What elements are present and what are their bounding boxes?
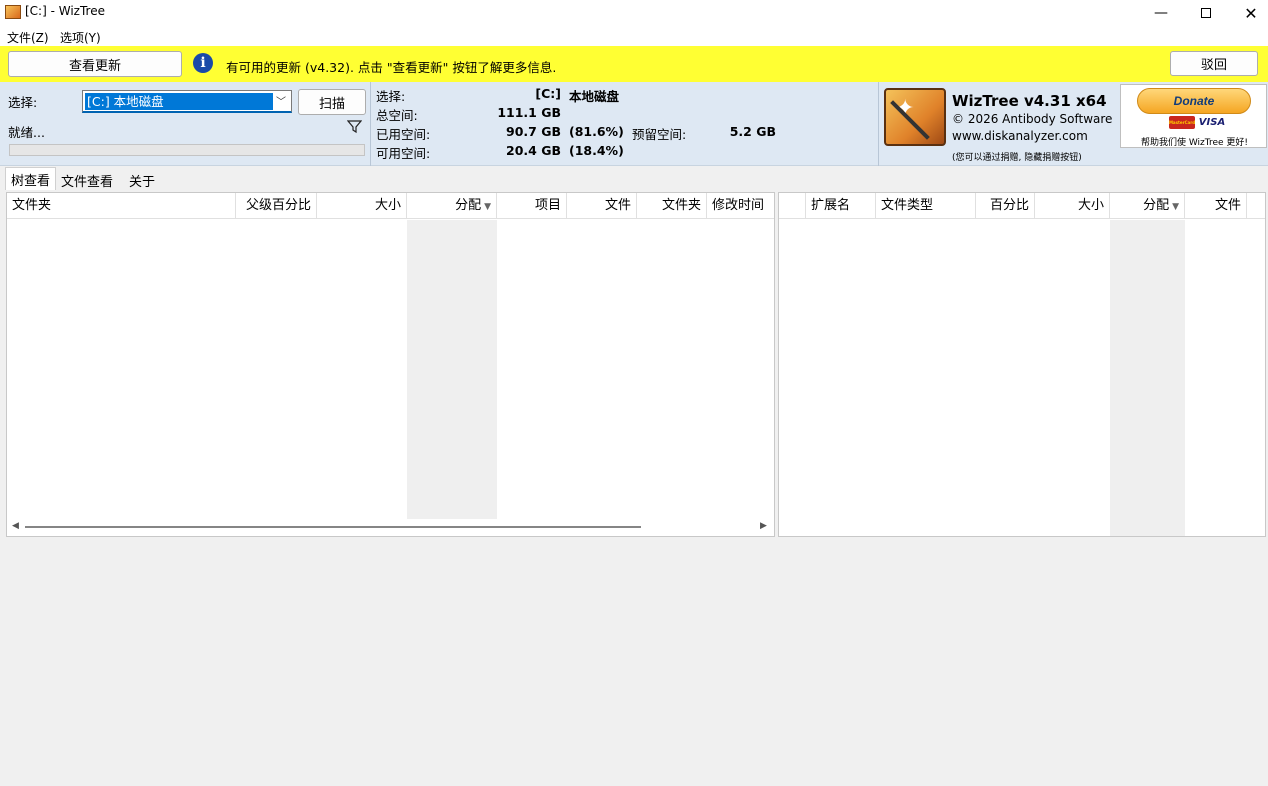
reserved-space-value: 5.2 GB xyxy=(729,124,776,139)
extension-header: 扩展名 文件类型 百分比 大小 分配 ▼ 文件 xyxy=(779,193,1265,219)
reserved-space-label: 预留空间: xyxy=(632,127,687,142)
info-panel: 选择: [C:] 本地磁盘 ﹀ 扫描 就绪... 选择: [C:] 本地磁盘 总… xyxy=(0,82,1268,166)
filter-icon[interactable] xyxy=(347,119,362,134)
col-color[interactable] xyxy=(779,193,806,219)
sort-desc-icon: ▼ xyxy=(484,202,491,212)
wiztree-wand-logo: ✦ xyxy=(884,88,946,146)
visa-icon: VISA xyxy=(1198,116,1226,129)
mastercard-icon: MasterCard xyxy=(1169,116,1195,129)
minimize-icon: — xyxy=(1154,5,1168,21)
chevron-down-icon: ﹀ xyxy=(276,97,286,108)
allocated-column-shade xyxy=(1110,220,1185,536)
col-parent-percent[interactable]: 父级百分比 xyxy=(236,193,317,219)
close-button[interactable]: ✕ xyxy=(1228,0,1268,26)
tab-file-view[interactable]: 文件查看 xyxy=(56,169,118,190)
dismiss-button[interactable]: 驳回 xyxy=(1170,51,1258,76)
col-extension[interactable]: 扩展名 xyxy=(806,193,876,219)
info-icon: i xyxy=(193,53,213,73)
product-name: WizTree v4.31 x64 xyxy=(952,92,1107,110)
view-tabs: 树查看 文件查看 关于 xyxy=(0,166,1268,190)
minimize-button[interactable]: — xyxy=(1138,0,1184,26)
disk-drive-name: 本地磁盘 xyxy=(569,89,620,104)
maximize-icon xyxy=(1201,8,1211,18)
used-space-percent: (81.6%) xyxy=(569,124,624,139)
window-title: [C:] - WizTree xyxy=(25,4,105,18)
sort-desc-icon: ▼ xyxy=(1172,202,1179,212)
donate-note: (您可以通过捐赠, 隐藏捐赠按钮) xyxy=(952,153,1082,163)
col-file-type[interactable]: 文件类型 xyxy=(876,193,976,219)
col-folders[interactable]: 文件夹 xyxy=(637,193,707,219)
free-space-percent: (18.4%) xyxy=(569,143,624,158)
close-icon: ✕ xyxy=(1244,3,1258,23)
total-space-label: 总空间: xyxy=(376,108,418,123)
col-files[interactable]: 文件 xyxy=(567,193,637,219)
status-text: 就绪... xyxy=(8,125,45,140)
horizontal-scrollbar[interactable]: ◀ ▶ xyxy=(7,519,774,536)
wiztree-app-icon xyxy=(5,5,21,19)
free-space-label: 可用空间: xyxy=(376,146,431,161)
used-space-label: 已用空间: xyxy=(376,127,431,142)
col-percent[interactable]: 百分比 xyxy=(976,193,1035,219)
col-allocated[interactable]: 分配 ▼ xyxy=(407,193,497,219)
tab-about[interactable]: 关于 xyxy=(124,169,160,190)
col-size[interactable]: 大小 xyxy=(317,193,407,219)
copyright: © 2026 Antibody Software xyxy=(952,112,1113,126)
update-notification-bar: 查看更新 i 有可用的更新 (v4.32). 点击 "查看更新" 按钮了解更多信… xyxy=(0,46,1268,82)
update-message: 有可用的更新 (v4.32). 点击 "查看更新" 按钮了解更多信息. xyxy=(226,60,557,75)
title-bar: [C:] - WizTree — ✕ xyxy=(0,0,1268,26)
donate-button[interactable]: Donate xyxy=(1137,88,1251,114)
total-space-value: 111.1 GB xyxy=(497,105,561,120)
donate-caption: 帮助我们使 WizTree 更好! xyxy=(1140,138,1248,148)
used-space-value: 90.7 GB xyxy=(506,124,561,139)
tree-view-panel[interactable]: 文件夹 父级百分比 大小 分配 ▼ 项目 文件 文件夹 修改时间 ◀ ▶ xyxy=(6,192,775,537)
maximize-button[interactable] xyxy=(1183,0,1229,26)
col-ext-size[interactable]: 大小 xyxy=(1035,193,1110,219)
allocated-column-shade xyxy=(407,220,497,520)
extension-panel[interactable]: 扩展名 文件类型 百分比 大小 分配 ▼ 文件 xyxy=(778,192,1266,537)
drive-select[interactable]: [C:] 本地磁盘 ﹀ xyxy=(82,90,292,113)
scan-button[interactable]: 扫描 xyxy=(298,89,366,115)
col-ext-allocated[interactable]: 分配 ▼ xyxy=(1110,193,1185,219)
tab-tree-view[interactable]: 树查看 xyxy=(5,167,57,190)
divider xyxy=(370,82,371,166)
free-space-value: 20.4 GB xyxy=(506,143,561,158)
menu-file[interactable]: 文件(Z) xyxy=(7,29,49,46)
drive-select-value: [C:] 本地磁盘 xyxy=(85,93,273,110)
menu-bar: 文件(Z) 选项(Y) xyxy=(0,26,1268,46)
check-update-button[interactable]: 查看更新 xyxy=(8,51,182,77)
donate-panel[interactable]: Donate MasterCard VISA 帮助我们使 WizTree 更好! xyxy=(1120,84,1267,148)
menu-options[interactable]: 选项(Y) xyxy=(60,29,101,46)
tree-header: 文件夹 父级百分比 大小 分配 ▼ 项目 文件 文件夹 修改时间 xyxy=(7,193,774,219)
scroll-left-icon[interactable]: ◀ xyxy=(12,521,19,531)
col-ext-files[interactable]: 文件 xyxy=(1185,193,1247,219)
scrollbar-thumb[interactable] xyxy=(25,526,641,528)
scan-progress-bar xyxy=(9,144,365,156)
drive-select-label: 选择: xyxy=(8,95,38,110)
col-folder[interactable]: 文件夹 xyxy=(7,193,236,219)
divider xyxy=(878,82,879,166)
website-link[interactable]: www.diskanalyzer.com xyxy=(952,129,1088,143)
col-modified[interactable]: 修改时间 xyxy=(707,193,776,219)
disk-select-label: 选择: xyxy=(376,89,406,104)
col-items[interactable]: 项目 xyxy=(497,193,567,219)
scroll-right-icon[interactable]: ▶ xyxy=(760,521,767,531)
disk-drive-letter: [C:] xyxy=(535,86,561,101)
